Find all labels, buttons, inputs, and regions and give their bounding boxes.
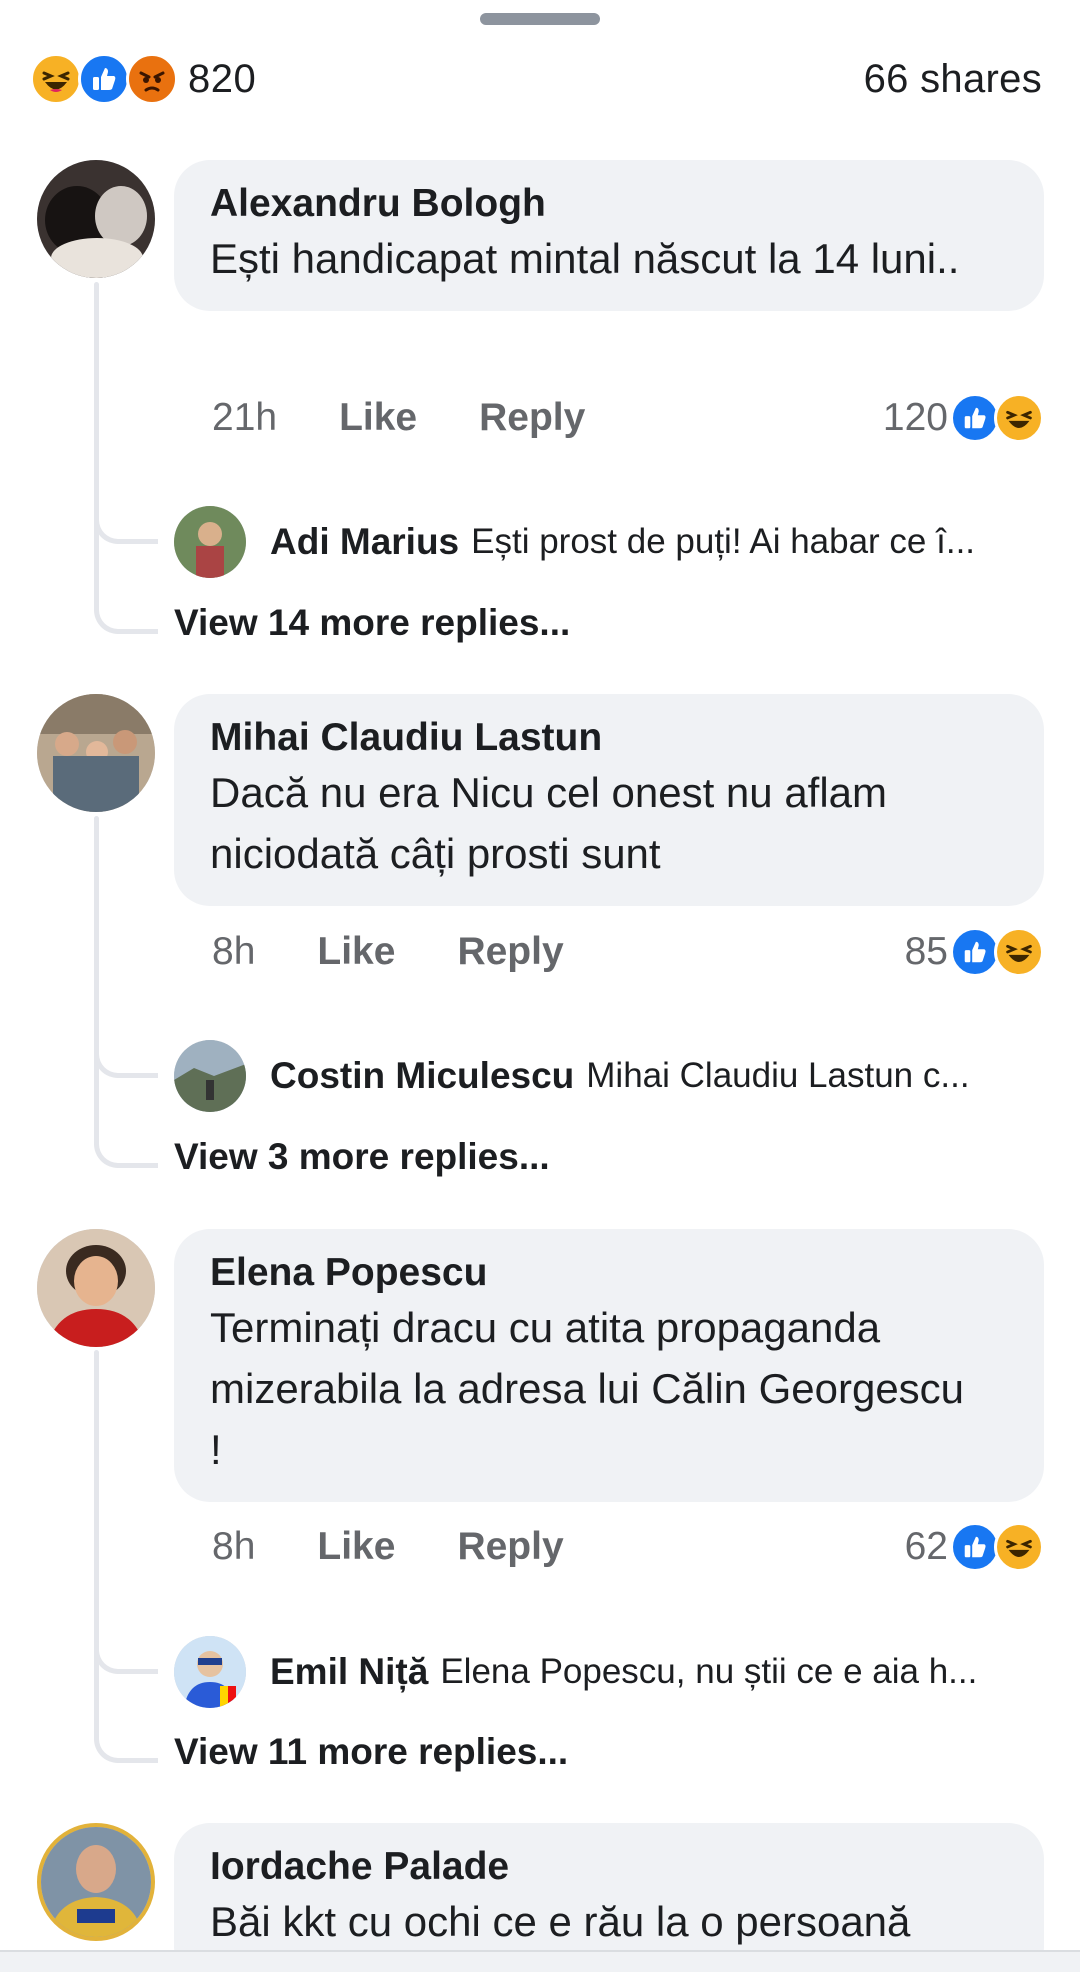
like-icon bbox=[950, 927, 1000, 977]
avatar[interactable] bbox=[37, 1823, 155, 1941]
reply-button[interactable]: Reply bbox=[479, 396, 585, 440]
thread-connector bbox=[94, 590, 158, 634]
view-more-replies[interactable]: View 14 more replies... bbox=[174, 602, 570, 644]
like-button[interactable]: Like bbox=[339, 396, 417, 440]
reply-button[interactable]: Reply bbox=[457, 1525, 563, 1569]
view-more-replies[interactable]: View 3 more replies... bbox=[174, 1136, 550, 1178]
like-icon bbox=[78, 53, 130, 105]
comment-reactions[interactable] bbox=[950, 1522, 1044, 1572]
haha-icon bbox=[30, 53, 82, 105]
comment-text: Ești handicapat mintal născut la 14 luni… bbox=[210, 235, 960, 282]
view-more-replies[interactable]: View 11 more replies... bbox=[174, 1731, 568, 1773]
comment-text: Băi kkt cu ochi ce e rău la o persoană bbox=[210, 1898, 911, 1945]
like-button[interactable]: Like bbox=[317, 930, 395, 974]
thread-connector bbox=[94, 500, 158, 544]
reply-author[interactable]: Adi Marius bbox=[270, 521, 459, 563]
comment-actions: 21h Like Reply 120 bbox=[212, 388, 1044, 448]
avatar[interactable] bbox=[37, 694, 155, 812]
thread-connector bbox=[94, 1124, 158, 1168]
reaction-summary: 820 66 shares bbox=[30, 48, 1042, 110]
like-button[interactable]: Like bbox=[317, 1525, 395, 1569]
avatar[interactable] bbox=[174, 1636, 246, 1708]
avatar[interactable] bbox=[37, 1229, 155, 1347]
comment-author[interactable]: Elena Popescu bbox=[210, 1249, 1008, 1297]
reply-author[interactable]: Costin Miculescu bbox=[270, 1055, 574, 1097]
avatar[interactable] bbox=[174, 1040, 246, 1112]
avatar[interactable] bbox=[174, 506, 246, 578]
reply-author[interactable]: Emil Niță bbox=[270, 1651, 428, 1693]
angry-icon bbox=[126, 53, 178, 105]
thread-connector bbox=[94, 1630, 158, 1674]
reply-text: Ești prost de puți! Ai habar ce î... bbox=[471, 522, 976, 561]
bottom-edge bbox=[0, 1950, 1080, 1972]
comment-reaction-count[interactable]: 85 bbox=[905, 930, 948, 974]
comment-bubble[interactable]: Mihai Claudiu Lastun Dacă nu era Nicu ce… bbox=[174, 694, 1044, 906]
comment-reactions[interactable] bbox=[950, 927, 1044, 977]
sheet-drag-handle[interactable] bbox=[480, 13, 600, 25]
reply-preview[interactable]: Adi Marius Ești prost de puți! Ai habar … bbox=[174, 505, 1044, 579]
like-icon bbox=[950, 1522, 1000, 1572]
reply-preview[interactable]: Emil Niță Elena Popescu, nu știi ce e ai… bbox=[174, 1635, 1044, 1709]
thread-line bbox=[94, 282, 99, 612]
thread-connector bbox=[94, 1034, 158, 1078]
haha-icon bbox=[994, 1522, 1044, 1572]
comment-reaction-count[interactable]: 120 bbox=[883, 396, 948, 440]
comment-actions: 8h Like Reply 62 bbox=[212, 1517, 1044, 1577]
comment-text: Dacă nu era Nicu cel onest nu aflam nici… bbox=[210, 769, 888, 877]
comment-author[interactable]: Alexandru Bologh bbox=[210, 180, 1008, 228]
comment-time[interactable]: 8h bbox=[212, 1525, 255, 1569]
comment-bubble[interactable]: Alexandru Bologh Ești handicapat mintal … bbox=[174, 160, 1044, 311]
thread-line bbox=[94, 816, 99, 1146]
thread-line bbox=[94, 1350, 99, 1740]
shares-count[interactable]: 66 shares bbox=[864, 57, 1042, 102]
comment-author[interactable]: Iordache Palade bbox=[210, 1843, 1008, 1891]
comment-reactions[interactable] bbox=[950, 393, 1044, 443]
haha-icon bbox=[994, 393, 1044, 443]
reaction-count: 820 bbox=[188, 56, 257, 101]
reply-text: Elena Popescu, nu știi ce e aia h... bbox=[440, 1652, 978, 1691]
comment-author[interactable]: Mihai Claudiu Lastun bbox=[210, 714, 1008, 762]
comment-bubble[interactable]: Elena Popescu Terminați dracu cu atita p… bbox=[174, 1229, 1044, 1502]
comment-text: Terminați dracu cu atita propaganda mize… bbox=[210, 1304, 1011, 1473]
comment-time[interactable]: 21h bbox=[212, 396, 277, 440]
haha-icon bbox=[994, 927, 1044, 977]
reply-text: Mihai Claudiu Lastun c... bbox=[586, 1056, 970, 1095]
comment-time[interactable]: 8h bbox=[212, 930, 255, 974]
reply-button[interactable]: Reply bbox=[457, 930, 563, 974]
reply-preview[interactable]: Costin Miculescu Mihai Claudiu Lastun c.… bbox=[174, 1039, 1044, 1113]
comment-reaction-count[interactable]: 62 bbox=[905, 1525, 948, 1569]
comment-actions: 8h Like Reply 85 bbox=[212, 922, 1044, 982]
thread-connector bbox=[94, 1719, 158, 1763]
reactions-button[interactable]: 820 bbox=[30, 53, 256, 105]
like-icon bbox=[950, 393, 1000, 443]
avatar[interactable] bbox=[37, 160, 155, 278]
